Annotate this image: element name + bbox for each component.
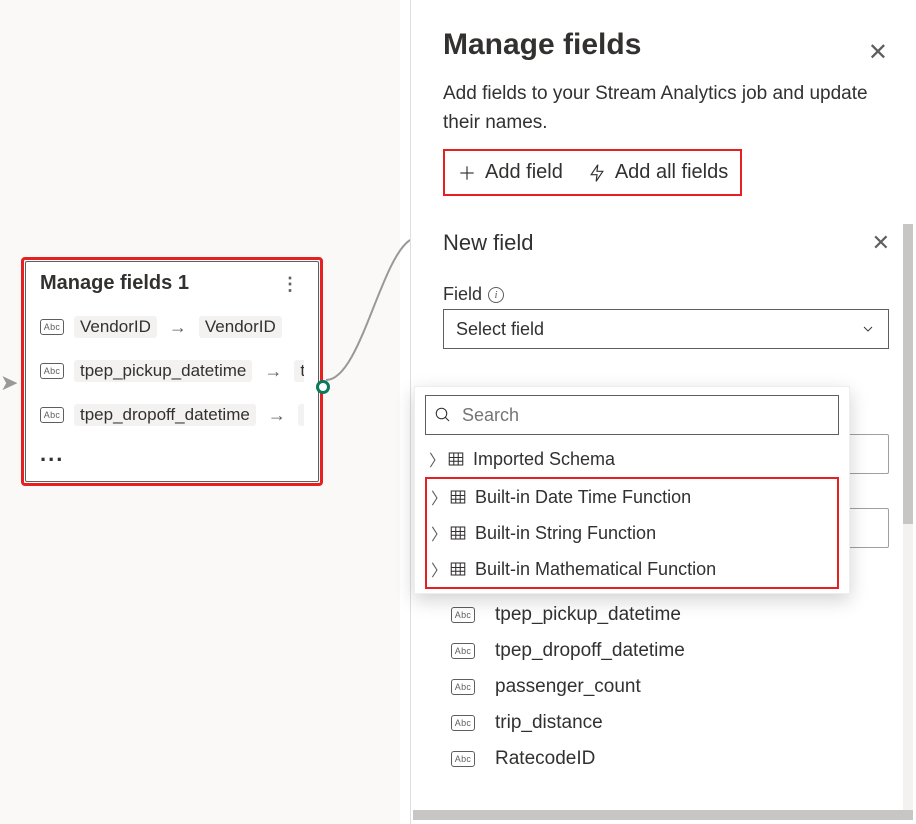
manage-fields-node[interactable]: Manage fields 1 ⋮ Abc VendorID → VendorI…	[21, 257, 323, 486]
abc-type-icon: Abc	[40, 407, 64, 423]
field-select[interactable]: Select field	[443, 309, 889, 349]
arrow-right-icon: →	[169, 317, 187, 338]
add-all-fields-button[interactable]: Add all fields	[583, 157, 732, 188]
field-mapping-row: Abc tpep_dropoff_datetime → tp	[40, 393, 304, 437]
field-label: Field i	[443, 284, 890, 305]
node-more-menu[interactable]: ⋮	[277, 278, 304, 290]
field-mapping-row: Abc tpep_pickup_datetime → tpe	[40, 349, 304, 393]
scrollbar-thumb[interactable]	[903, 224, 913, 524]
action-bar-highlight: Add field Add all fields	[443, 149, 742, 196]
add-field-button[interactable]: Add field	[453, 157, 567, 188]
close-icon[interactable]: ✕	[868, 38, 888, 67]
lightning-icon	[587, 163, 607, 183]
table-icon	[447, 450, 465, 468]
chevron-down-icon	[860, 321, 876, 337]
chevron-right-icon: 〉	[431, 557, 445, 581]
input-connector-arrow: ➤	[0, 370, 18, 396]
chevron-right-icon: 〉	[429, 447, 443, 471]
field-option[interactable]: Abctrip_distance	[451, 705, 890, 741]
abc-type-icon: Abc	[451, 643, 475, 659]
plus-icon	[457, 163, 477, 183]
table-icon	[449, 488, 467, 506]
node-output-port[interactable]	[316, 380, 330, 394]
node-output-connector	[320, 220, 410, 400]
horizontal-scrollbar-thumb[interactable]	[413, 810, 913, 820]
chevron-right-icon: 〉	[431, 521, 445, 545]
schema-tree-item-imported[interactable]: 〉 Imported Schema	[415, 441, 849, 477]
field-option[interactable]: Abctpep_pickup_datetime	[451, 597, 890, 633]
field-mapping-row: Abc VendorID → VendorID	[40, 305, 304, 349]
table-icon	[449, 524, 467, 542]
chevron-right-icon: 〉	[431, 485, 445, 509]
schema-tree-item-datetime[interactable]: 〉 Built-in Date Time Function	[427, 479, 837, 515]
builtin-functions-highlight: 〉 Built-in Date Time Function 〉 Built-in…	[425, 477, 839, 589]
table-icon	[449, 560, 467, 578]
abc-type-icon: Abc	[40, 319, 64, 335]
info-icon[interactable]: i	[488, 287, 504, 303]
node-title: Manage fields 1	[40, 272, 189, 295]
abc-type-icon: Abc	[451, 607, 475, 623]
search-icon	[434, 406, 452, 424]
schema-tree-item-string[interactable]: 〉 Built-in String Function	[427, 515, 837, 551]
field-option[interactable]: Abcpassenger_count	[451, 669, 890, 705]
abc-type-icon: Abc	[451, 751, 475, 767]
field-select-popover: 〉 Imported Schema 〉 Built-in Date Time F…	[414, 386, 850, 594]
arrow-right-icon: →	[268, 405, 286, 426]
arrow-right-icon: →	[264, 361, 282, 382]
panel-title: Manage fields	[443, 28, 890, 62]
field-search-input[interactable]	[425, 395, 839, 435]
more-rows-ellipsis[interactable]: ...	[40, 437, 304, 475]
schema-tree-item-math[interactable]: 〉 Built-in Mathematical Function	[427, 551, 837, 587]
panel-description: Add fields to your Stream Analytics job …	[443, 80, 873, 137]
new-field-heading: New field	[443, 230, 533, 256]
field-option[interactable]: Abctpep_dropoff_datetime	[451, 633, 890, 669]
abc-type-icon: Abc	[40, 363, 64, 379]
dismiss-new-field-icon[interactable]: ✕	[872, 230, 890, 256]
panel-scrollbar[interactable]	[903, 224, 913, 814]
abc-type-icon: Abc	[451, 679, 475, 695]
abc-type-icon: Abc	[451, 715, 475, 731]
field-option[interactable]: AbcRatecodeID	[451, 741, 890, 777]
